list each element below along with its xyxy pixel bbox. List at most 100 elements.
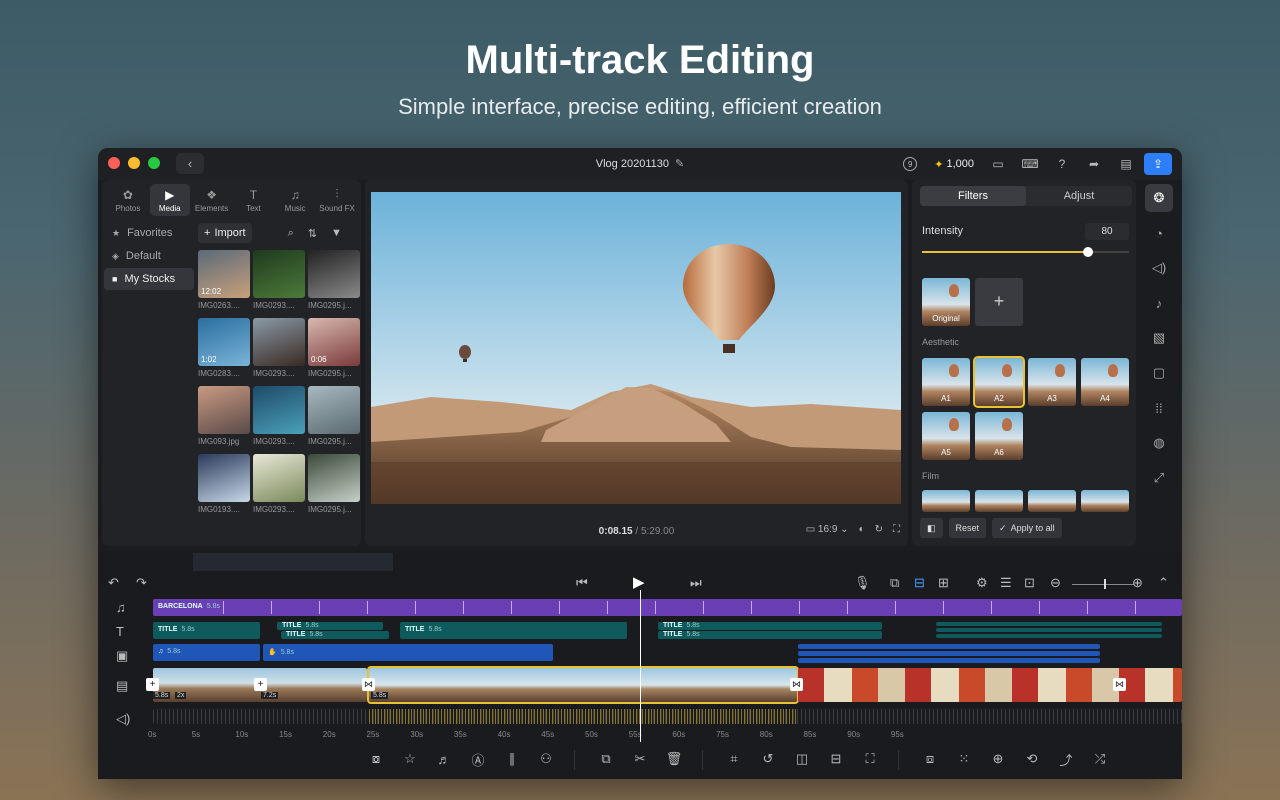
undo-icon[interactable]: ↶: [108, 575, 119, 591]
volume-icon[interactable]: ◁): [1145, 254, 1173, 282]
split-icon[interactable]: ✂: [630, 749, 650, 769]
timeline-ruler[interactable]: 0s 5s 10s 15s 20s 25s 30s 35s 40s 45s 50s 55s 60s 75s…: [148, 730, 1182, 742]
media-item[interactable]: IMG093.jpg: [198, 386, 250, 446]
media-item[interactable]: IMG0193....: [198, 454, 250, 514]
zoom-in-icon[interactable]: ⊕: [1132, 575, 1143, 591]
export-button[interactable]: ⇪: [1144, 153, 1172, 175]
media-thumbnail[interactable]: 0:06: [308, 318, 360, 366]
text-track-icon[interactable]: T: [116, 624, 124, 639]
zoom-effect-icon[interactable]: ⊕: [988, 749, 1008, 769]
help-icon[interactable]: ?: [1048, 153, 1076, 175]
intensity-slider[interactable]: [922, 247, 1129, 257]
notifications-button[interactable]: 9: [896, 153, 924, 175]
media-thumbnail[interactable]: [308, 250, 360, 298]
slider-knob[interactable]: [1082, 247, 1093, 257]
media-item[interactable]: IMG0293....: [253, 454, 305, 514]
media-item[interactable]: IMG0295.j...: [308, 386, 360, 446]
flip-horizontal-icon[interactable]: ◫: [792, 749, 812, 769]
redo-icon[interactable]: ↷: [136, 575, 147, 591]
next-frame-icon[interactable]: ⏭: [690, 575, 702, 591]
media-thumbnail[interactable]: [198, 454, 250, 502]
add-transition-button[interactable]: +: [254, 678, 267, 691]
sidebar-item-my-stocks[interactable]: ■ My Stocks: [104, 268, 194, 290]
media-thumbnail[interactable]: [253, 250, 305, 298]
media-item[interactable]: IMG0293....: [253, 250, 305, 310]
filter-icon[interactable]: ▼: [331, 227, 342, 239]
music-track-icon[interactable]: ♫: [116, 600, 126, 615]
media-item[interactable]: 12:02 IMG0263....: [198, 250, 250, 310]
timeline-overview[interactable]: [193, 553, 393, 571]
track-settings-icon[interactable]: ☰: [1000, 575, 1012, 591]
text-clip[interactable]: TITLE 5.8s: [281, 631, 389, 639]
ai-icon[interactable]: ⚇: [536, 749, 556, 769]
tab-text[interactable]: T Text: [233, 184, 273, 216]
playhead[interactable]: [640, 590, 641, 742]
media-item[interactable]: 1:02 IMG0283....: [198, 318, 250, 378]
snap-icon[interactable]: ⊟: [914, 575, 925, 591]
crop-icon[interactable]: ⌗: [724, 749, 744, 769]
video-clip-selected[interactable]: [367, 666, 799, 704]
audio-track-icon[interactable]: ◁): [116, 711, 130, 727]
cutout-icon[interactable]: ⧈: [920, 749, 940, 769]
media-item[interactable]: IMG0295.j...: [308, 250, 360, 310]
media-item[interactable]: IMG0293....: [253, 386, 305, 446]
tab-sound-fx[interactable]: ⫶ Sound FX: [317, 184, 357, 216]
import-button[interactable]: + Import: [198, 223, 252, 243]
filter-a3[interactable]: A3: [1028, 358, 1076, 406]
loop-icon[interactable]: ↻: [875, 524, 883, 535]
aspect-ratio-select[interactable]: ▭ 16:9 ⌄: [806, 524, 849, 535]
zoom-slider-knob[interactable]: [1104, 579, 1106, 589]
text-clip[interactable]: TITLE 5.8s: [658, 631, 882, 639]
media-item[interactable]: IMG0295.j...: [308, 454, 360, 514]
text-clip[interactable]: [936, 628, 1162, 632]
music-clip[interactable]: BARCELONA 5.8s: [153, 599, 1182, 616]
sidebar-item-favorites[interactable]: ★ Favorites: [104, 222, 194, 244]
filter-film[interactable]: [922, 490, 970, 512]
compare-button[interactable]: ◧: [920, 518, 943, 538]
crop-rail-icon[interactable]: ▢: [1145, 359, 1173, 387]
media-thumbnail[interactable]: [308, 386, 360, 434]
fullscreen-icon[interactable]: ⛶: [893, 524, 900, 535]
speed-icon[interactable]: ◔: [1145, 219, 1173, 247]
text-clip[interactable]: [936, 622, 1162, 626]
filter-a5[interactable]: A5: [922, 412, 970, 460]
text-clip[interactable]: TITLE 5.8s: [400, 622, 627, 639]
effects-icon[interactable]: ☆: [400, 749, 420, 769]
pencil-icon[interactable]: ✎: [675, 158, 684, 170]
audio-effects-icon[interactable]: ♪: [1145, 289, 1173, 317]
media-thumbnail[interactable]: [308, 454, 360, 502]
delete-icon[interactable]: 🗑: [664, 749, 684, 769]
filter-original[interactable]: Original: [922, 278, 970, 326]
filter-a6[interactable]: A6: [975, 412, 1023, 460]
previous-frame-icon[interactable]: ⏮: [576, 575, 588, 591]
sticker-clip[interactable]: ✋ 5.8s: [263, 644, 553, 661]
settings-sliders-icon[interactable]: ⚙: [976, 575, 988, 591]
media-thumbnail[interactable]: [253, 386, 305, 434]
media-thumbnail[interactable]: 1:02: [198, 318, 250, 366]
apply-to-all-button[interactable]: ✓ Apply to all: [992, 518, 1062, 538]
filters-rail-icon[interactable]: ❂: [1145, 184, 1173, 212]
filter-film[interactable]: [975, 490, 1023, 512]
auto-caption-icon[interactable]: Ⓐ: [468, 749, 488, 769]
add-filter-button[interactable]: +: [975, 278, 1023, 326]
share-icon[interactable]: ➦: [1080, 153, 1108, 175]
fit-icon[interactable]: ⊡: [1024, 575, 1035, 591]
tab-music[interactable]: ♫ Music: [275, 184, 315, 216]
filter-a1[interactable]: A1: [922, 358, 970, 406]
collapse-icon[interactable]: ⌃: [1158, 575, 1169, 591]
microphone-icon[interactable]: 🎙: [854, 575, 871, 591]
link-icon[interactable]: ⧉: [890, 575, 899, 591]
text-clip[interactable]: TITLE 5.8s: [277, 622, 383, 630]
play-icon[interactable]: ▶: [633, 573, 645, 591]
media-thumbnail[interactable]: [253, 454, 305, 502]
media-thumbnail[interactable]: [198, 386, 250, 434]
save-icon[interactable]: ▤: [1112, 153, 1140, 175]
search-icon[interactable]: ⌕: [288, 227, 294, 240]
audio-waveform-selected[interactable]: [369, 709, 797, 724]
media-thumbnail[interactable]: [253, 318, 305, 366]
media-item[interactable]: IMG0293....: [253, 318, 305, 378]
transition-icon[interactable]: ⋈: [1113, 678, 1126, 691]
add-transition-button[interactable]: +: [146, 678, 159, 691]
texture-icon[interactable]: ◍: [1145, 429, 1173, 457]
beat-icon[interactable]: ∥: [502, 749, 522, 769]
